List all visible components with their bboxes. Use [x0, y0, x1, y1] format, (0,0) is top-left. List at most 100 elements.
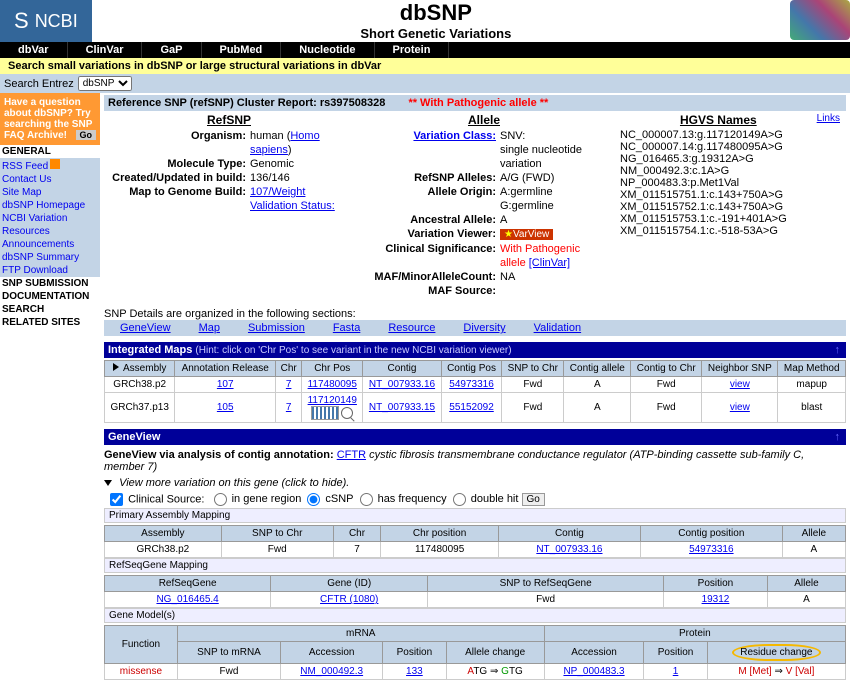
clinical-radio[interactable]: [214, 493, 227, 506]
col-header[interactable]: Contig to Chr: [631, 361, 702, 377]
cell: 117120149: [302, 393, 363, 423]
search-entrez-bar: Search Entrez dbSNP: [0, 74, 850, 93]
cell-link[interactable]: 19312: [702, 594, 730, 605]
clinical-source-check[interactable]: [110, 493, 123, 506]
kv-value: A: [500, 213, 608, 227]
cell-link[interactable]: 105: [217, 402, 234, 413]
cell-link[interactable]: view: [730, 402, 750, 413]
scroll-top-icon[interactable]: ↑: [835, 431, 841, 443]
col-header[interactable]: Contig Pos: [441, 361, 502, 377]
gene-link[interactable]: CFTR: [337, 449, 366, 461]
col-header: SNP to Chr: [221, 526, 333, 542]
cell: Fwd: [631, 377, 702, 393]
col-header: Position: [664, 576, 768, 592]
nav-tab-nucleotide[interactable]: Nucleotide: [281, 42, 374, 58]
col-header[interactable]: SNP to Chr: [502, 361, 564, 377]
hgvs-col: Links HGVS Names NC_000007.13:g.11712014…: [614, 111, 846, 300]
sidebar-item[interactable]: NCBI Variation: [0, 212, 100, 225]
nav-tab-protein[interactable]: Protein: [375, 42, 450, 58]
cell-link[interactable]: 133: [406, 666, 423, 677]
cell-link[interactable]: 117120149: [308, 395, 357, 406]
sidebar-item[interactable]: Announcements: [0, 238, 100, 251]
section-link[interactable]: GeneView: [120, 322, 171, 334]
col-header: mRNA: [177, 626, 544, 642]
cell-link[interactable]: NP_000483.3: [563, 666, 624, 677]
hgvs-name: XM_011515753.1:c.-191+401A>G: [620, 213, 840, 225]
zoom-icon[interactable]: [341, 407, 353, 419]
cell-link[interactable]: 7: [286, 402, 292, 413]
cell-link[interactable]: 117480095: [308, 379, 357, 390]
cell-link[interactable]: 54973316: [449, 379, 494, 390]
nav-tab-pubmed[interactable]: PubMed: [202, 42, 282, 58]
col-header: SNP to mRNA: [177, 642, 280, 664]
sidebar-item[interactable]: RSS Feed: [0, 158, 100, 173]
value-link[interactable]: Validation Status:: [250, 200, 335, 212]
value-link[interactable]: Homo sapiens: [250, 130, 320, 156]
go-button[interactable]: Go: [522, 493, 545, 506]
table-row: missenseFwdNM_000492.3133ATG ⇒ GTGNP_000…: [105, 664, 846, 680]
links-link[interactable]: Links: [817, 113, 840, 124]
sidebar-item[interactable]: Contact Us: [0, 173, 100, 186]
col-header[interactable]: Annotation Release: [175, 361, 276, 377]
cell: view: [702, 377, 778, 393]
section-link[interactable]: Map: [199, 322, 220, 334]
search-entrez-select[interactable]: dbSNP: [78, 76, 132, 91]
clinical-radio[interactable]: [360, 493, 373, 506]
clinical-radio[interactable]: [453, 493, 466, 506]
kv-key: Created/Updated in build:: [110, 171, 250, 185]
value-link[interactable]: [ClinVar]: [529, 257, 570, 269]
key-link[interactable]: Variation Class:: [413, 130, 496, 142]
col-header[interactable]: Assembly: [105, 361, 175, 377]
sidebar-item[interactable]: dbSNP Summary: [0, 251, 100, 264]
cell-link[interactable]: NT_007933.16: [369, 379, 435, 390]
scroll-top-icon[interactable]: ↑: [835, 344, 841, 356]
col-header[interactable]: Neighbor SNP: [702, 361, 778, 377]
section-link[interactable]: Diversity: [463, 322, 505, 334]
cell-link[interactable]: CFTR (1080): [320, 594, 378, 605]
cell: 105: [175, 393, 276, 423]
col-header: Contig position: [640, 526, 782, 542]
clinical-radio[interactable]: [307, 493, 320, 506]
col-header[interactable]: Chr Pos: [302, 361, 363, 377]
sidebar-item[interactable]: dbSNP Homepage: [0, 199, 100, 212]
section-link[interactable]: Fasta: [333, 322, 361, 334]
nav-tab-clinvar[interactable]: ClinVar: [68, 42, 143, 58]
col-header[interactable]: Contig allele: [564, 361, 631, 377]
cell-link[interactable]: NT_007933.15: [369, 402, 435, 413]
col-header[interactable]: Map Method: [778, 361, 846, 377]
cell-link[interactable]: 54973316: [689, 544, 734, 555]
varview-badge[interactable]: ★VarView: [500, 229, 553, 240]
faq-go-button[interactable]: Go: [76, 130, 97, 140]
col-header[interactable]: Chr: [276, 361, 302, 377]
refseq-mapping-table: RefSeqGeneGene (ID)SNP to RefSeqGenePosi…: [104, 575, 846, 608]
cell-link[interactable]: NM_000492.3: [300, 666, 363, 677]
sort-icon[interactable]: [113, 363, 119, 371]
cell: 117480095: [381, 542, 499, 558]
section-link[interactable]: Submission: [248, 322, 305, 334]
cell-link[interactable]: NG_016465.4: [156, 594, 218, 605]
thumbnail-icon[interactable]: [311, 406, 339, 420]
cell: 1: [644, 664, 707, 680]
kv-value: SNV:single nucleotide variation: [500, 129, 608, 171]
cell-link[interactable]: view: [730, 379, 750, 390]
value-link[interactable]: 107/Weight: [250, 186, 305, 198]
view-more-row[interactable]: View more variation on this gene (click …: [104, 477, 846, 489]
ncbi-logo[interactable]: Ѕ NCBI: [0, 0, 92, 42]
sidebar-item[interactable]: Site Map: [0, 186, 100, 199]
sidebar-item[interactable]: Resources: [0, 225, 100, 238]
nav-tab-dbvar[interactable]: dbVar: [0, 42, 68, 58]
cell-link[interactable]: 1: [673, 666, 679, 677]
col-header[interactable]: Contig: [363, 361, 442, 377]
ncbi-text: NCBI: [35, 11, 78, 32]
sidebar-head: DOCUMENTATION: [0, 290, 100, 303]
nav-tab-gap[interactable]: GaP: [142, 42, 201, 58]
cell-link[interactable]: NT_007933.16: [536, 544, 602, 555]
cell-link[interactable]: 55152092: [449, 402, 494, 413]
faq-box[interactable]: Have a question about dbSNP? Try searchi…: [0, 93, 100, 145]
cell-link[interactable]: 7: [286, 379, 292, 390]
sidebar-item[interactable]: FTP Download: [0, 264, 100, 277]
section-link[interactable]: Resource: [388, 322, 435, 334]
section-link[interactable]: Validation: [534, 322, 582, 334]
kv-key: Molecule Type:: [110, 157, 250, 171]
cell-link[interactable]: 107: [217, 379, 234, 390]
